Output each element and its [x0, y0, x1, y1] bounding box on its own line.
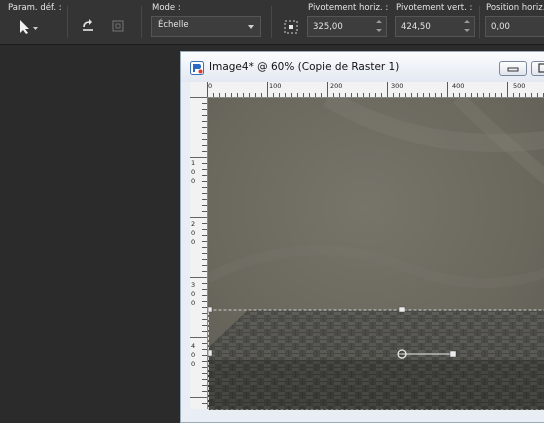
vertical-ruler[interactable]: 1 0 0 2 0 0 3 0 0 4 0 0 [190, 97, 208, 409]
minimize-button[interactable] [499, 61, 527, 76]
floor-shadow [208, 360, 544, 410]
image-window-title: Image4* @ 60% (Copie de Raster 1) [209, 61, 399, 73]
mode-select[interactable]: Échelle [151, 16, 261, 37]
v-ruler-digit: 0 [191, 290, 195, 298]
h-ruler-label: 100 [269, 82, 281, 90]
chevron-down-icon [248, 25, 254, 29]
v-ruler-digit: 4 [191, 342, 195, 350]
v-ruler-digit: 0 [191, 229, 195, 237]
pivot-vertical-label: Pivotement vert. : [396, 3, 472, 13]
maximize-icon [532, 62, 544, 75]
position-horizontal-label: Position horiz. : [486, 3, 544, 13]
canvas-artwork [208, 98, 544, 410]
h-ruler-label: 300 [391, 82, 403, 90]
center-pivot-button[interactable] [282, 18, 300, 36]
rotation-handle[interactable] [450, 351, 456, 357]
image-canvas[interactable] [208, 98, 544, 410]
position-horizontal-input[interactable] [486, 17, 541, 36]
mode-label: Mode : [152, 3, 181, 13]
chevron-down-icon[interactable] [376, 29, 382, 32]
presets-dropdown[interactable] [14, 17, 42, 37]
presets-label: Param. déf. : [8, 3, 62, 13]
v-ruler-digit: 0 [191, 360, 195, 368]
h-ruler-label: 200 [330, 82, 342, 90]
top-center-handle[interactable] [399, 307, 405, 312]
top-left-handle[interactable] [208, 307, 212, 312]
toolbar-separator [479, 6, 480, 38]
pointer-arrow-icon [16, 19, 40, 35]
chevron-up-icon[interactable] [464, 20, 470, 23]
ruler-corner [190, 82, 207, 97]
toolbar-separator [271, 6, 272, 38]
maximize-button[interactable] [531, 61, 544, 76]
chevron-up-icon[interactable] [376, 20, 382, 23]
h-ruler-label: 400 [452, 82, 464, 90]
v-ruler-digit: 0 [191, 168, 195, 176]
image-window[interactable]: Image4* @ 60% (Copie de Raster 1) 0 100 … [180, 51, 544, 423]
pivot-horizontal-stepper[interactable] [307, 16, 387, 37]
reset-icon [80, 18, 96, 34]
pivot-center-icon [284, 20, 298, 34]
h-ruler-label: 500 [513, 82, 525, 90]
h-ruler-label: 0 [208, 82, 212, 90]
pivot-vertical-stepper[interactable] [395, 16, 475, 37]
fit-to-canvas-button[interactable] [108, 16, 128, 36]
left-center-handle[interactable] [208, 350, 212, 356]
fit-canvas-icon [110, 18, 126, 34]
horizontal-ruler[interactable]: 0 100 200 300 400 500 [207, 82, 544, 98]
minimize-icon [500, 62, 526, 75]
stepper-arrows[interactable] [464, 19, 471, 34]
image-window-titlebar[interactable]: Image4* @ 60% (Copie de Raster 1) [181, 52, 544, 82]
v-ruler-digit: 1 [191, 159, 195, 167]
position-horizontal-stepper[interactable] [485, 16, 544, 37]
reset-rectangle-button[interactable] [78, 16, 98, 36]
v-ruler-digit: 0 [191, 177, 195, 185]
v-ruler-digit: 3 [191, 281, 195, 289]
toolbar-separator [67, 6, 68, 38]
v-ruler-digit: 0 [191, 351, 195, 359]
stepper-arrows[interactable] [376, 19, 383, 34]
mode-select-value: Échelle [158, 20, 189, 30]
chevron-down-icon[interactable] [464, 29, 470, 32]
v-ruler-digit: 2 [191, 220, 195, 228]
pivot-horizontal-input[interactable] [308, 17, 363, 36]
v-ruler-digit: 0 [191, 238, 195, 246]
pivot-vertical-input[interactable] [396, 17, 451, 36]
horizontal-ruler-ticks [207, 82, 544, 97]
tool-options-bar: Param. déf. : Mode : Échelle Pivotemen [0, 0, 544, 45]
v-ruler-digit: 0 [191, 299, 195, 307]
paintshop-image-icon [190, 61, 204, 75]
pivot-horizontal-label: Pivotement horiz. : [308, 3, 388, 13]
toolbar-separator [141, 6, 142, 38]
